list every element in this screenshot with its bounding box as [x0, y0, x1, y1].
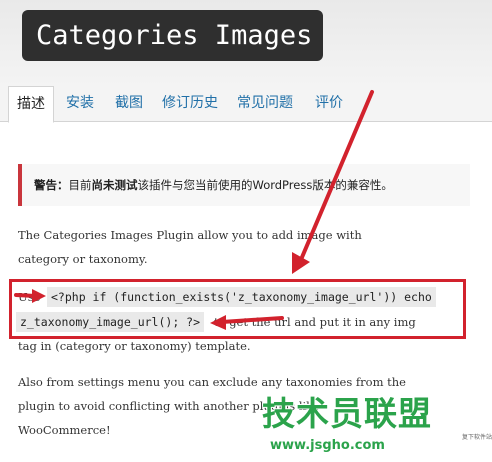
compatibility-warning: 警告：目前尚未测试该插件与您当前使用的WordPress版本的兼容性。: [18, 164, 470, 206]
watermark-logo-text: 技术员联盟: [262, 394, 432, 433]
tab-faq[interactable]: 常见问题: [235, 86, 295, 122]
description-line: Also from settings menu you can exclude …: [18, 375, 406, 389]
tab-changelog[interactable]: 修订历史: [160, 86, 220, 122]
description-line: The Categories Images Plugin allow you t…: [18, 228, 362, 242]
warning-prefix: 警告：: [34, 178, 69, 192]
plugin-title: Categories Images: [22, 10, 323, 61]
warning-text-after: 该插件与您当前使用的WordPress版本的兼容性。: [137, 178, 393, 192]
description-text-template: tag in (category or taxonomy) template.: [18, 339, 251, 353]
description-paragraph-1: The Categories Images Plugin allow you t…: [18, 223, 488, 271]
warning-text-before: 目前: [68, 178, 92, 192]
tab-bar: 描述 安装 截图 修订历史 常见问题 评价: [0, 86, 492, 123]
site-watermark: 技术员联盟 www.jsgho.com: [262, 392, 462, 460]
annotation-highlight-box: [9, 279, 466, 339]
tab-screenshots[interactable]: 截图: [112, 86, 146, 122]
tab-reviews[interactable]: 评价: [312, 86, 346, 122]
watermark-url: www.jsgho.com: [270, 438, 385, 453]
tab-installation[interactable]: 安装: [63, 86, 97, 122]
watermark-small-text: 复下软件站: [462, 434, 492, 441]
warning-bold: 尚未测试: [91, 178, 138, 192]
tab-description[interactable]: 描述: [8, 86, 54, 123]
description-line: category or taxonomy.: [18, 252, 148, 266]
